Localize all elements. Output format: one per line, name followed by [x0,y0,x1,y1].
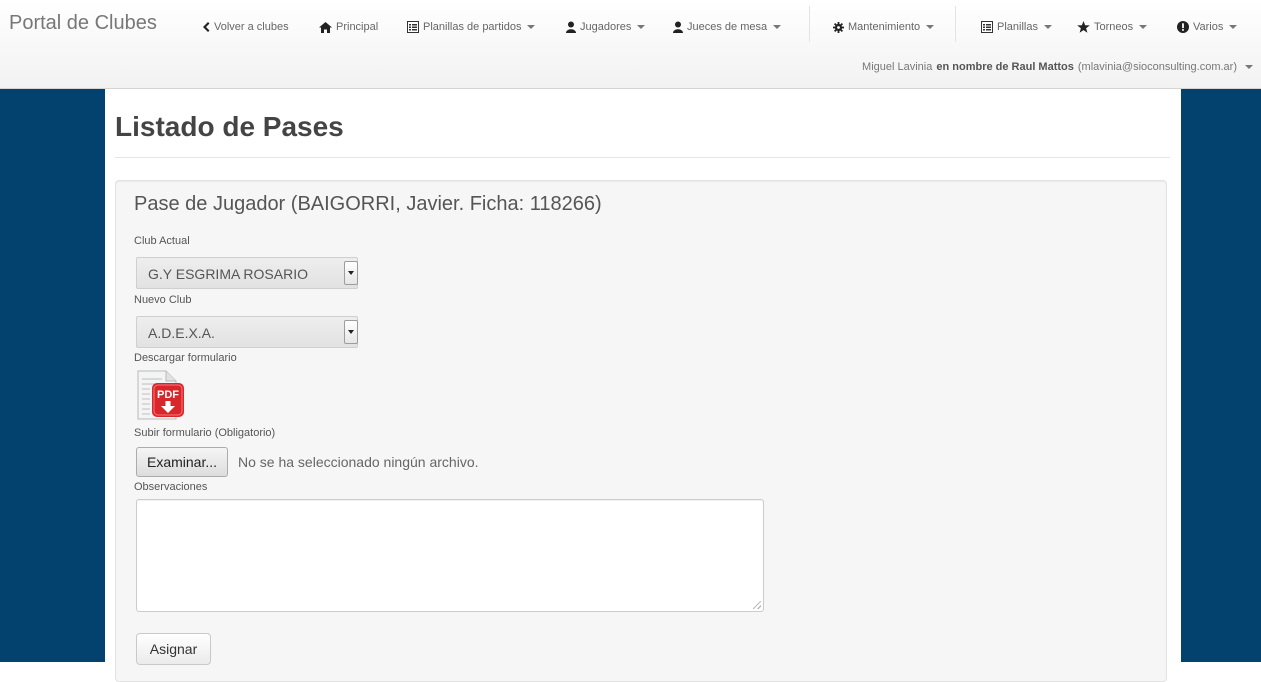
star-icon [1077,21,1090,33]
top-navbar: Portal de Clubes Volver a clubes Princip… [0,0,1261,89]
left-background-band [0,89,105,662]
caret-down-icon [527,25,536,29]
caret-down-icon [1245,65,1253,69]
list-alt-icon [981,21,993,33]
club-actual-label: Club Actual [134,235,190,247]
nav-jueces-de-mesa[interactable]: Jueces de mesa [673,20,782,34]
examinar-button[interactable]: Examinar... [136,447,228,477]
nuevo-club-select[interactable]: A.D.E.X.A. [136,316,358,348]
nav-label: Planillas de partidos [423,21,522,33]
user-icon [673,21,683,33]
nuevo-club-value: A.D.E.X.A. [148,325,215,341]
main-content: Listado de Pases Pase de Jugador (BAIGOR… [105,89,1181,682]
nav-label: Torneos [1094,21,1134,33]
form-legend: Pase de Jugador (BAIGORRI, Javier. Ficha… [134,193,602,215]
nav-label: Jueces de mesa [687,21,768,33]
nav-jugadores[interactable]: Jugadores [566,20,646,34]
title-divider [115,157,1170,158]
nav-label: Mantenimiento [848,21,921,33]
file-status-text: No se ha seleccionado ningún archivo. [238,454,479,470]
nav-divider [955,6,956,42]
caret-down-icon [637,25,646,29]
resize-grip-icon[interactable] [753,601,761,609]
nav-varios[interactable]: Varios [1177,20,1238,34]
nav-label: Planillas [997,21,1038,33]
nav-label: Volver a clubes [214,21,289,33]
observaciones-textarea[interactable] [136,499,764,612]
caret-down-icon [1043,25,1052,29]
nav-label: Principal [336,21,379,33]
nuevo-club-label: Nuevo Club [134,294,192,306]
club-actual-value: G.Y ESGRIMA ROSARIO [148,266,309,282]
page-title: Listado de Pases [115,111,344,142]
right-background-band [1181,89,1261,662]
cog-icon [833,21,844,33]
subir-formulario-label: Subir formulario (Obligatorio) [134,427,276,439]
list-alt-icon [407,21,419,33]
pase-form: Pase de Jugador (BAIGORRI, Javier. Ficha… [115,180,1167,682]
impersonation-text: en nombre de Raul Mattos [936,61,1074,73]
user-name: Miguel Lavinia [862,61,933,73]
caret-down-icon [1139,25,1148,29]
chevron-down-icon[interactable] [344,320,358,344]
exclamation-sign-icon [1177,21,1189,33]
brand-title[interactable]: Portal de Clubes [9,12,157,35]
nav-label: Varios [1193,21,1224,33]
user-menu[interactable]: Miguel Lavinia en nombre de Raul Mattos … [862,61,1253,73]
nav-volver-a-clubes[interactable]: Volver a clubes [201,20,289,34]
caret-down-icon [1229,25,1238,29]
caret-down-icon [773,25,782,29]
home-icon [319,21,332,33]
nav-divider [809,6,810,42]
pdf-download-icon[interactable]: PDF [136,369,186,426]
nav-torneos[interactable]: Torneos [1077,20,1148,34]
chevron-down-icon[interactable] [344,261,358,285]
chevron-left-icon [201,22,210,32]
descargar-formulario-label: Descargar formulario [134,352,237,364]
user-icon [566,21,576,33]
user-email: (mlavinia@sioconsulting.com.ar) [1077,61,1237,73]
nav-planillas-de-partidos[interactable]: Planillas de partidos [407,20,536,34]
nav-principal[interactable]: Principal [319,20,378,34]
club-actual-select[interactable]: G.Y ESGRIMA ROSARIO [136,257,358,289]
asignar-button[interactable]: Asignar [136,633,211,665]
nav-label: Jugadores [580,21,632,33]
caret-down-icon [926,25,935,29]
observaciones-label: Observaciones [134,481,208,493]
svg-text:PDF: PDF [157,389,179,401]
nav-mantenimiento[interactable]: Mantenimiento [833,20,935,34]
nav-planillas[interactable]: Planillas [981,20,1052,34]
